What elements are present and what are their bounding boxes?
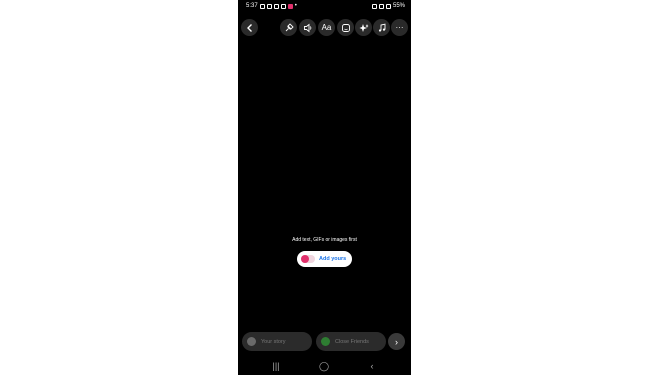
sticker-icon — [341, 23, 350, 32]
sound-button[interactable] — [299, 19, 316, 36]
sticker-toggle[interactable] — [301, 255, 315, 263]
your-story-button[interactable]: Your story — [242, 332, 312, 351]
editor-toolbar: Aa ··· — [238, 19, 411, 39]
alert-icon — [259, 4, 265, 9]
home-button[interactable]: ◯ — [314, 359, 334, 373]
app-notification-icon — [287, 4, 293, 9]
more-notifications-icon: • — [294, 3, 297, 9]
sticker-toggle-knob — [301, 255, 309, 263]
battery-percent: 55% — [392, 3, 405, 9]
add-yours-sticker[interactable]: Add yours — [297, 251, 352, 267]
effects-icon — [359, 23, 368, 32]
recents-button[interactable]: ||| — [266, 359, 286, 373]
chevron-left-icon — [246, 23, 252, 32]
back-button[interactable] — [241, 19, 258, 36]
close-friends-star-icon — [321, 337, 330, 346]
status-right: 55% — [371, 0, 405, 13]
sticker-button[interactable] — [337, 19, 354, 36]
canvas-hint: Add text, GIFs or images first — [292, 237, 357, 243]
status-time: 5:37 — [246, 3, 258, 9]
gallery-icon — [266, 4, 272, 9]
signal-icon — [385, 4, 391, 9]
your-story-label: Your story — [261, 338, 286, 345]
system-back-button[interactable]: ‹ — [362, 359, 382, 373]
text-tool-button[interactable]: Aa — [318, 19, 335, 36]
home-icon: ◯ — [318, 360, 330, 371]
wifi-icon — [378, 4, 384, 9]
status-left: 5:37 • — [246, 0, 297, 13]
phone-screen: 5:37 • 55% Aa ··· Add text, GIFs or imag… — [238, 0, 411, 375]
pin-icon — [285, 22, 294, 31]
share-bar: Your story Close Friends › — [238, 330, 411, 354]
more-icon: ··· — [395, 23, 404, 32]
add-yours-label: Add yours — [319, 256, 347, 262]
close-friends-label: Close Friends — [335, 338, 369, 345]
tiktok-icon — [280, 4, 286, 9]
recents-icon: ||| — [272, 361, 280, 371]
music-icon — [378, 23, 385, 32]
tiktok-icon — [273, 4, 279, 9]
speaker-icon — [303, 23, 311, 32]
back-nav-icon: ‹ — [370, 361, 374, 371]
chevron-right-icon: › — [395, 336, 398, 347]
music-button[interactable] — [373, 19, 390, 36]
close-friends-button[interactable]: Close Friends — [316, 332, 386, 351]
status-bar: 5:37 • 55% — [238, 0, 411, 13]
next-button[interactable]: › — [388, 333, 405, 350]
system-nav-bar: ||| ◯ ‹ — [238, 357, 411, 375]
your-story-avatar — [247, 337, 256, 346]
effects-button[interactable] — [355, 19, 372, 36]
alarm-icon — [371, 4, 377, 9]
pin-button[interactable] — [280, 19, 297, 36]
more-button[interactable]: ··· — [391, 19, 408, 36]
text-tool-label: Aa — [321, 23, 332, 32]
